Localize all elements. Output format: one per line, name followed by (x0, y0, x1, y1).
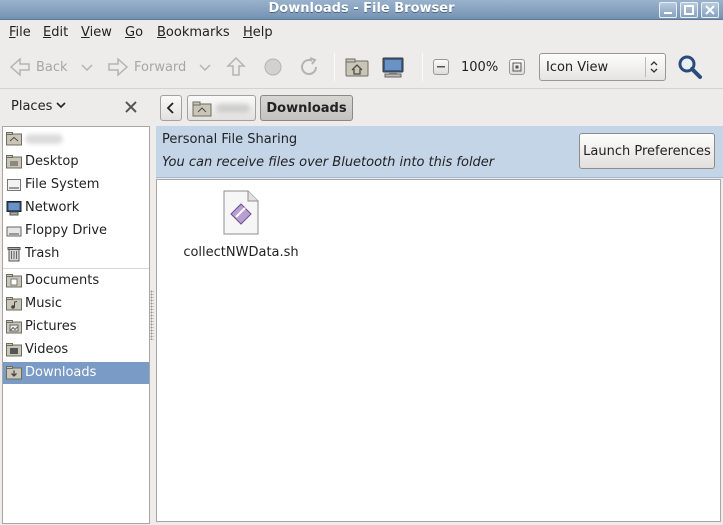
blurred-username (216, 104, 250, 113)
menu-help[interactable]: Help (243, 25, 273, 40)
home-folder-icon (345, 58, 369, 77)
up-arrow-icon (226, 56, 246, 76)
path-home-button[interactable] (187, 95, 256, 121)
sidebar-item-floppy[interactable]: Floppy Drive (3, 220, 149, 242)
back-button[interactable]: Back (8, 51, 94, 83)
sidebar-item-pictures[interactable]: Pictures (3, 316, 149, 338)
menu-bar: File Edit View Go Bookmarks Help (0, 21, 723, 45)
sidebar-item-documents[interactable]: Documents (3, 270, 149, 292)
bluetooth-info-bar: Personal File Sharing You can receive fi… (156, 126, 723, 178)
computer-icon (382, 57, 404, 78)
menu-view[interactable]: View (81, 25, 112, 40)
back-arrow-icon (9, 57, 30, 77)
home-folder-icon (192, 101, 212, 117)
forward-arrow-icon (108, 57, 129, 77)
info-title: Personal File Sharing (162, 132, 298, 147)
launch-preferences-button[interactable]: Launch Preferences (579, 133, 715, 169)
folder-icon (6, 320, 22, 334)
minimize-icon (664, 12, 672, 14)
computer-button[interactable] (380, 51, 406, 83)
zoom-level: 100% (461, 60, 499, 75)
reload-button[interactable] (297, 51, 321, 83)
places-dropdown[interactable]: Places (11, 99, 67, 114)
blurred-username (25, 134, 63, 144)
sidebar-item-videos[interactable]: Videos (3, 339, 149, 361)
folder-icon (6, 155, 22, 169)
sidebar-item-desktop[interactable]: Desktop (3, 151, 149, 173)
maximize-button[interactable] (680, 2, 698, 18)
drive-icon (7, 179, 21, 191)
menu-file[interactable]: File (9, 25, 31, 40)
title-bar: Downloads - File Browser (0, 0, 723, 20)
toolbar-separator (334, 53, 335, 81)
sidebar-header: Places (0, 92, 150, 122)
chevron-left-icon (166, 102, 174, 114)
menu-bookmarks[interactable]: Bookmarks (157, 25, 230, 40)
maximize-icon (684, 5, 694, 15)
chevron-down-icon (81, 64, 93, 72)
stop-icon (264, 58, 282, 76)
file-view[interactable]: collectNWData.sh (156, 179, 721, 522)
sidebar-item-home[interactable] (3, 128, 149, 150)
zoom-out-button[interactable] (433, 59, 449, 75)
network-icon (6, 201, 22, 216)
window-title: Downloads - File Browser (268, 1, 455, 16)
search-button[interactable] (676, 51, 704, 83)
sidebar-item-downloads[interactable]: Downloads (3, 362, 149, 384)
updown-arrow-icon (645, 57, 661, 77)
file-item[interactable]: collectNWData.sh (181, 188, 301, 260)
zoom-in-button[interactable] (509, 59, 525, 75)
close-window-button[interactable] (701, 2, 719, 18)
pane-splitter[interactable] (150, 290, 154, 340)
places-sidebar: Desktop File System Network Floppy Drive… (2, 126, 150, 524)
path-current-button[interactable]: Downloads (260, 95, 353, 121)
sidebar-item-music[interactable]: Music (3, 293, 149, 315)
minimize-button[interactable] (659, 2, 677, 18)
menu-edit[interactable]: Edit (43, 25, 68, 40)
forward-button[interactable]: Forward (106, 51, 212, 83)
view-mode-select[interactable]: Icon View (539, 53, 666, 81)
info-description: You can receive files over Bluetooth int… (162, 155, 495, 170)
folder-icon (6, 274, 22, 288)
file-name: collectNWData.sh (183, 245, 299, 260)
folder-icon (6, 366, 22, 380)
sidebar-divider (3, 268, 149, 269)
home-folder-icon (6, 132, 22, 146)
folder-icon (6, 343, 22, 357)
sidebar-item-network[interactable]: Network (3, 197, 149, 219)
menu-go[interactable]: Go (125, 25, 143, 40)
minus-icon (437, 66, 445, 68)
chevron-down-icon (56, 102, 67, 109)
home-button[interactable] (344, 51, 370, 83)
sidebar-item-file-system[interactable]: File System (3, 174, 149, 196)
stop-button[interactable] (261, 51, 285, 83)
close-icon (125, 101, 137, 113)
sidebar-item-trash[interactable]: Trash (3, 243, 149, 265)
path-scroll-left-button[interactable] (160, 95, 182, 121)
folder-icon (6, 297, 22, 311)
toolbar-separator (422, 53, 423, 81)
chevron-down-icon (199, 64, 211, 72)
close-icon (705, 5, 715, 15)
floppy-icon (6, 226, 22, 237)
reload-icon (301, 57, 318, 76)
zoom-reset-icon (512, 62, 522, 72)
search-icon (678, 55, 702, 79)
up-button[interactable] (224, 51, 248, 83)
script-file-icon (223, 190, 259, 235)
trash-icon (7, 247, 21, 262)
close-sidebar-button[interactable] (124, 100, 138, 118)
